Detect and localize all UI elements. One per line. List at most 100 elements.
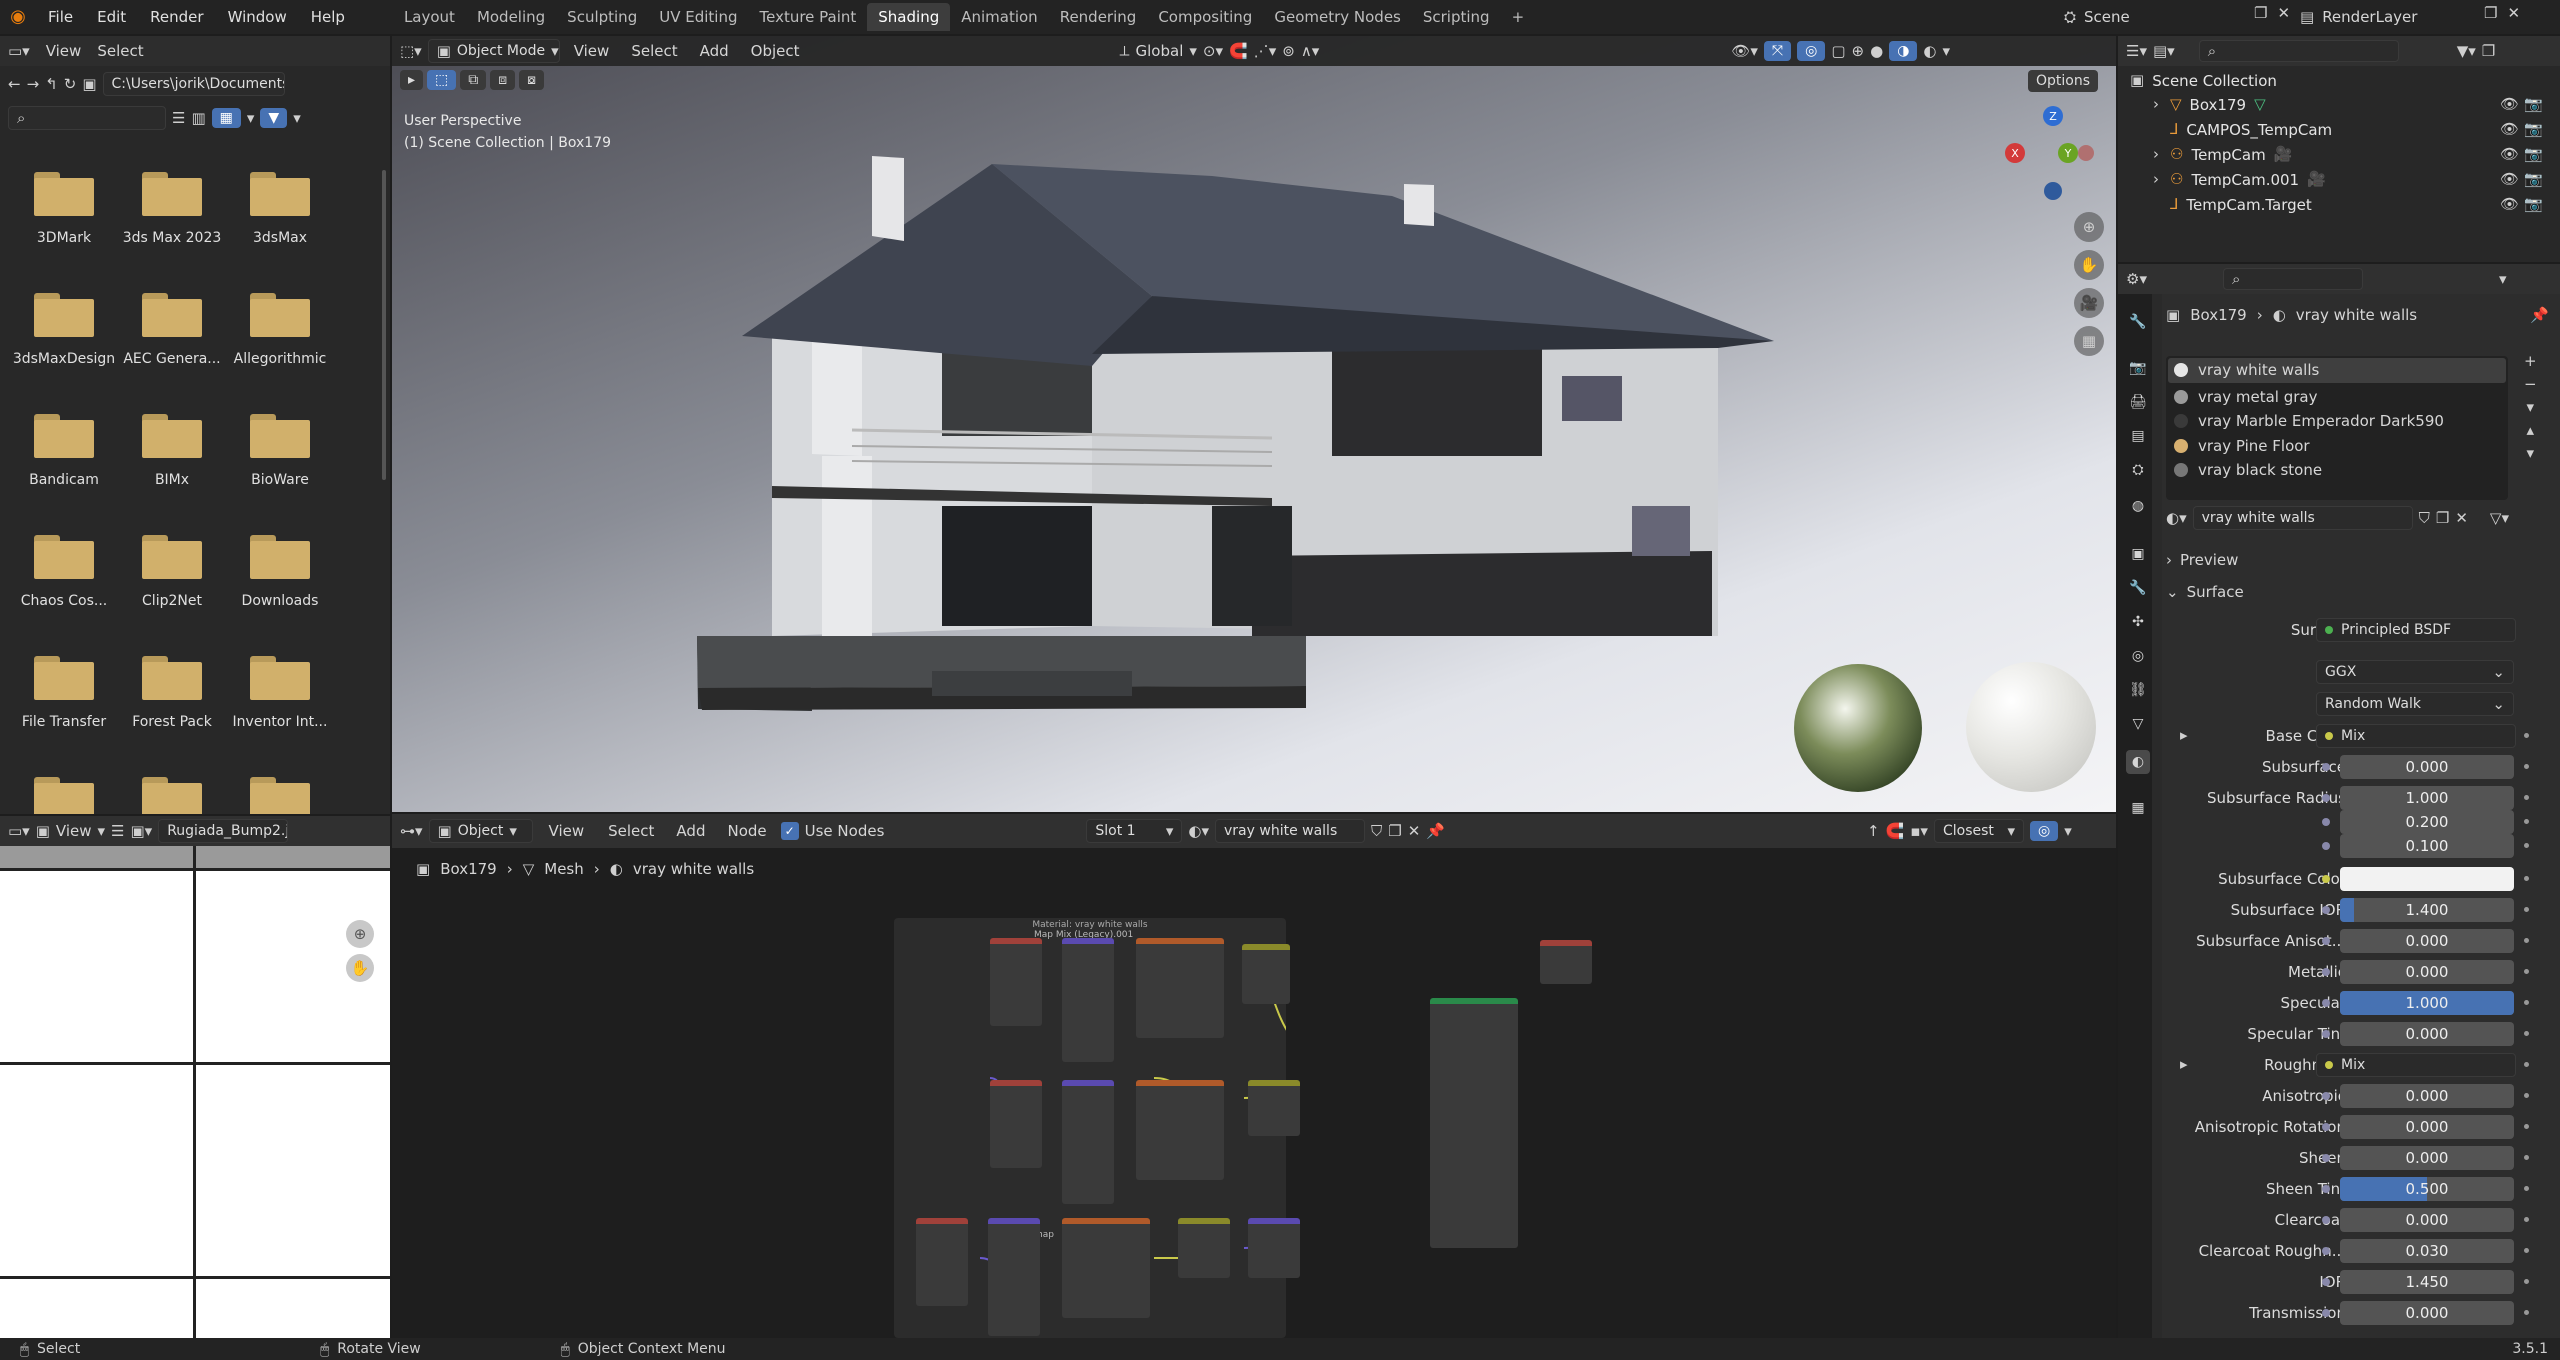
menu-file[interactable]: File [36,8,85,26]
image-name-field[interactable]: Rugiada_Bump2.jpg [158,819,289,843]
camera-render-icon[interactable]: 📷 [2524,147,2543,162]
node-mapping-1[interactable] [1062,938,1114,1062]
gizmo-neg-x[interactable] [2078,145,2094,161]
menu-help[interactable]: Help [299,8,357,26]
tab-texture-paint[interactable]: Texture Paint [748,3,867,31]
keyframe-dot-icon[interactable] [2524,1279,2529,1284]
folder-item[interactable] [118,777,226,814]
material-slot-item[interactable]: vray metal gray [2168,385,2506,410]
node-image-1[interactable] [1136,938,1224,1038]
camera-render-icon[interactable]: 📷 [2524,197,2543,212]
refresh-icon[interactable]: ↻ [64,76,77,92]
tab-animation[interactable]: Animation [950,3,1048,31]
tab-uv-editing[interactable]: UV Editing [648,3,748,31]
duplicate-material-icon[interactable]: ❐ [2436,510,2449,526]
pin-icon[interactable]: 📌 [2530,308,2549,323]
keyframe-dot-icon[interactable] [2524,819,2529,824]
particles-tab-icon[interactable]: ✣ [2126,610,2150,634]
folder-item[interactable]: BIMx [118,414,226,488]
add-slot-icon[interactable]: + [2524,354,2537,369]
folder-item[interactable]: Bandicam [10,414,118,488]
pan-hand-icon[interactable]: ✋ [346,954,374,982]
folder-item[interactable] [226,777,334,814]
distribution-selector[interactable]: GGX ⌄ [2316,660,2514,684]
camera-render-icon[interactable]: 📷 [2524,122,2543,137]
tab-modeling[interactable]: Modeling [466,3,556,31]
value-field[interactable]: 1.000 [2340,990,2514,1015]
socket-icon[interactable] [2322,936,2330,945]
socket-icon[interactable] [2322,793,2330,802]
socket-icon[interactable] [2322,967,2330,976]
editor-type-icon[interactable]: ▭▾ [8,43,30,59]
move-slot-up-icon[interactable]: ▴ [2524,423,2537,438]
keyframe-dot-icon[interactable] [2524,1217,2529,1222]
folder-item[interactable]: 3ds Max 2023 [118,172,226,246]
outliner-row-scene-collection[interactable]: ▣ Scene Collection [2130,68,2277,93]
keyframe-dot-icon[interactable] [2524,1248,2529,1253]
keyframe-dot-icon[interactable] [2524,1000,2529,1005]
material-browse-icon[interactable]: ◐▾ [1188,823,1209,839]
filter-icon[interactable]: ▼ [260,108,288,128]
material-browse-icon[interactable]: ◐▾ [2166,510,2187,526]
value-field[interactable]: 0.000 [2340,754,2514,779]
filter-dropdown-icon[interactable]: ▾ [293,110,301,126]
gizmo-neg-z[interactable] [2044,182,2062,200]
node-menu-add[interactable]: Add [668,822,713,840]
output-tab-icon[interactable]: 🖨 [2126,390,2150,414]
back-icon[interactable]: ← [8,76,21,92]
value-field[interactable]: 0.000 [2340,928,2514,953]
texture-tab-icon[interactable]: ▦ [2126,796,2150,820]
outliner-filter-icon[interactable]: ▼▾ [2457,43,2476,59]
material-tab-icon[interactable]: ◐ [2126,750,2150,774]
scene-tab-icon[interactable]: ⛭ [2126,458,2150,482]
value-field[interactable]: 0.000 [2340,1021,2514,1046]
node-texcoord-3[interactable] [916,1218,968,1306]
socket-icon[interactable] [2322,841,2330,850]
tab-sculpting[interactable]: Sculpting [556,3,648,31]
socket-icon[interactable] [2322,1184,2330,1193]
material-datablock-field[interactable]: vray white walls [2192,506,2413,530]
socket-icon[interactable] [2322,1215,2330,1224]
socket-icon[interactable] [2322,1122,2330,1131]
tab-shading[interactable]: Shading [867,3,951,31]
gizmo-y-axis[interactable]: Y [2058,143,2078,163]
preview-panel[interactable]: › Preview [2166,548,2550,572]
socket-icon[interactable] [2322,874,2330,883]
camera-render-icon[interactable]: 📷 [2524,172,2543,187]
image-editor-type-icon[interactable]: ▭▾ [8,823,30,839]
socket-icon[interactable] [2322,817,2330,826]
keyframe-dot-icon[interactable] [2524,938,2529,943]
socket-icon[interactable] [2322,1091,2330,1100]
shader-type-selector[interactable]: ▣ Object ▾ [428,819,533,843]
menu-window[interactable]: Window [216,8,299,26]
material-slot-item[interactable]: vray Marble Emperador Dark590 [2168,409,2506,434]
pin-icon[interactable]: 📌 [1426,823,1445,839]
menu-select[interactable]: Select [97,42,143,60]
move-slot-down-icon[interactable]: ▾ [2524,446,2537,461]
constraints-tab-icon[interactable]: ⛓ [2126,678,2150,702]
unlink-material-icon[interactable]: ✕ [2455,510,2468,526]
snap-mode-icon[interactable]: ▪▾ [1910,823,1928,839]
tab-layout[interactable]: Layout [393,3,466,31]
folder-item[interactable]: Clip2Net [118,535,226,609]
delete-scene-icon[interactable]: ✕ [2277,6,2290,21]
node-menu-view[interactable]: View [539,822,595,840]
folder-item[interactable]: Allegorithmic [226,293,334,367]
socket-icon[interactable] [2322,1153,2330,1162]
value-field[interactable]: 1.450 [2340,1269,2514,1294]
unlink-material-icon[interactable]: ✕ [1408,823,1421,839]
gizmo-z-axis[interactable]: Z [2043,106,2063,126]
node-overlay-dropdown-icon[interactable]: ▾ [2064,823,2072,839]
new-collection-icon[interactable]: ❐ [2482,43,2495,59]
fake-user-icon[interactable]: ⛉ [1371,823,1382,839]
outliner-row[interactable]: › ⚇ TempCam 🎥 👁 📷 [2150,142,2550,167]
modifier-tab-icon[interactable]: 🔧 [2126,576,2150,600]
file-search-input[interactable]: ⌕ [8,106,166,130]
gizmo-x-axis[interactable]: X [2005,143,2025,163]
chevron-right-icon[interactable]: › [2150,172,2162,187]
menu-view[interactable]: View [36,42,92,60]
image-browse-icon[interactable]: ▣▾ [130,823,152,839]
link-type-icon[interactable]: ▽▾ [2490,510,2509,526]
shader-editor[interactable]: ⊶▾ ▣ Object ▾ View Select Add Node ✓ Use N… [392,814,2116,1338]
zoom-icon[interactable]: ⊕ [2074,212,2104,242]
